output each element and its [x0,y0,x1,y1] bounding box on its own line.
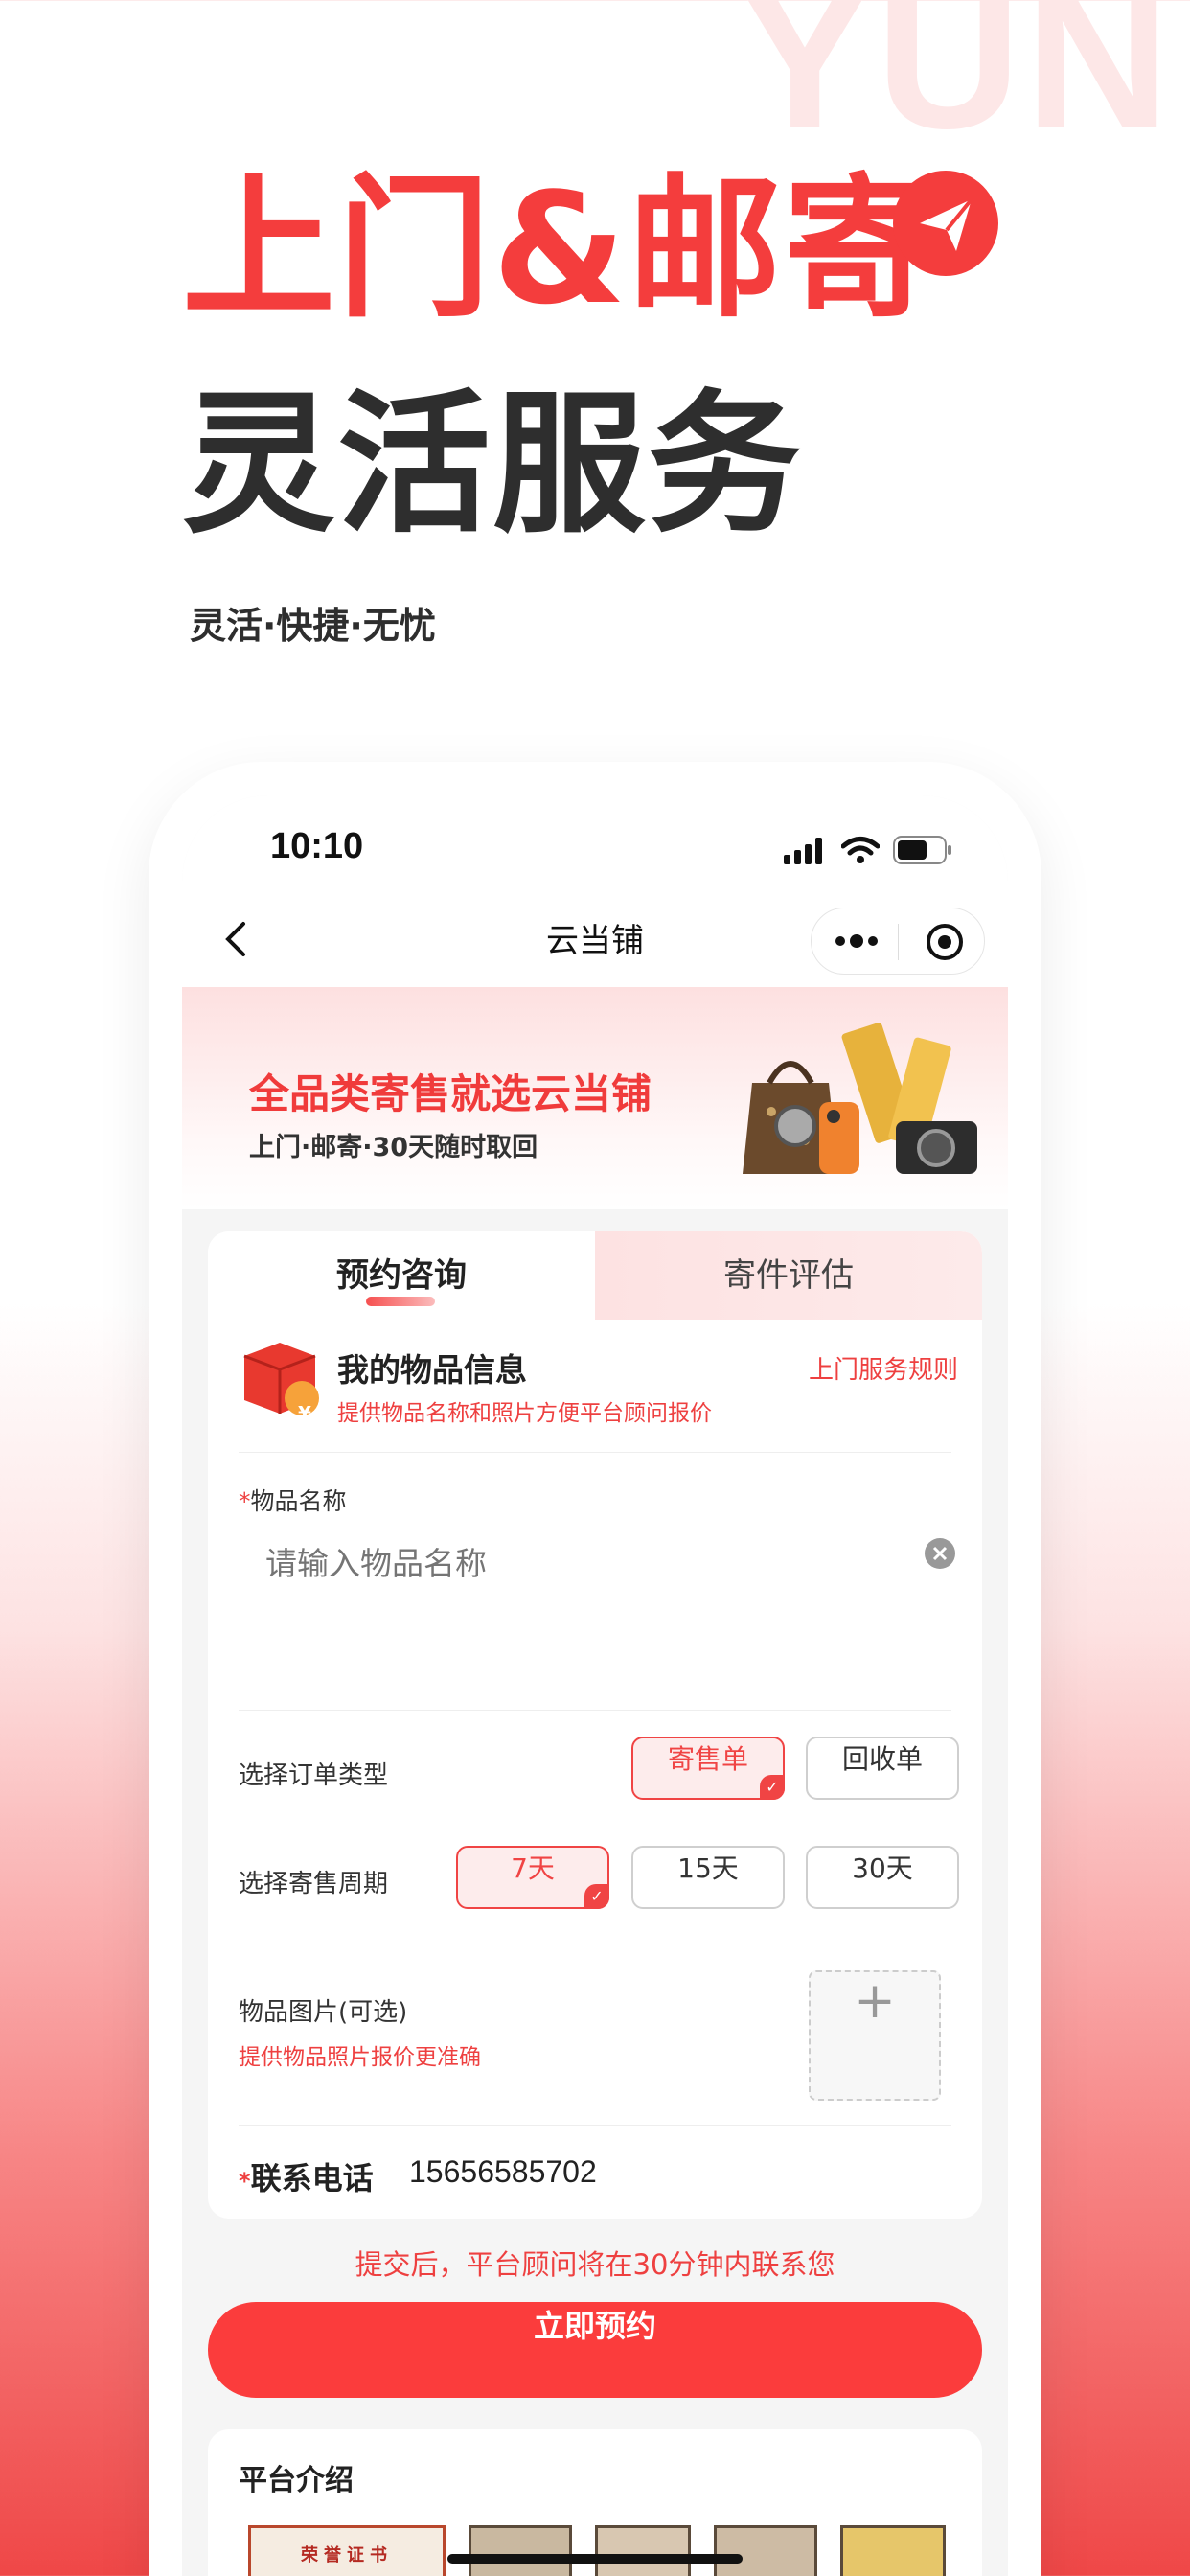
platform-intro-title: 平台介绍 [239,2464,354,2497]
order-type-recycle[interactable]: 回收单 [806,1736,959,1800]
order-type-consign[interactable]: 寄售单 ✓ [631,1736,785,1800]
mini-program-capsule [811,908,985,975]
status-time: 10:10 [270,826,364,866]
store-photo[interactable] [469,2525,572,2576]
more-dots-icon[interactable] [835,928,879,954]
required-mark: * [239,2168,251,2195]
item-info-title: 我的物品信息 [337,1351,527,1389]
chip-label: 回收单 [841,1743,923,1775]
period-7-days[interactable]: 7天 ✓ [456,1846,609,1909]
check-icon: ✓ [584,1884,609,1909]
period-label: 选择寄售周期 [239,1870,389,1898]
item-info-desc: 提供物品名称和照片方便平台顾问报价 [337,1401,712,1426]
promo-banner[interactable]: 全品类寄售就选云当铺 上门·邮寄·30天随时取回 [182,987,1008,1209]
phone-label: *联系电话 [239,2154,374,2198]
wifi-icon [841,837,880,863]
certificate-photo[interactable]: 荣誉证书 [248,2525,446,2576]
capsule-divider [898,924,899,960]
banner-subtitle: 上门·邮寄·30天随时取回 [249,1133,538,1162]
divider [239,1452,951,1453]
chip-label: 15天 [677,1852,739,1884]
plus-icon: + [854,1972,896,2030]
appointment-card: 预约咨询 寄件评估 ¥ 我的物品信息 提供物品名称和照片方便平台顾问报价 上门服… [208,1231,982,2219]
signal-icon [784,838,822,864]
yuan-symbol: ¥ [298,1402,311,1425]
hero-title-line1: 上门&邮寄 [182,159,939,338]
clear-input-icon[interactable] [923,1536,957,1571]
tab-consult[interactable]: 预约咨询 [208,1231,595,1320]
chip-label: 寄售单 [667,1743,748,1775]
chip-label: 30天 [852,1852,913,1884]
home-indicator[interactable] [447,2554,743,2564]
certificate-text: 荣誉证书 [301,2545,393,2565]
order-type-label: 选择订单类型 [239,1761,389,1790]
check-icon: ✓ [760,1775,785,1800]
item-name-input[interactable] [239,1534,890,1592]
service-rules-link[interactable]: 上门服务规则 [809,1350,958,1386]
tab-evaluate[interactable]: 寄件评估 [595,1231,982,1320]
phone-label-text: 联系电话 [250,2160,374,2196]
battery-icon [893,836,951,864]
hero-subtitle: 灵活·快捷·无忧 [190,605,436,647]
phone-screen: 10:10 云当铺 全品类寄售就选云当铺 上门·邮寄·30天随时取回 预约咨询 … [182,795,1008,2576]
active-tab-indicator [366,1297,435,1306]
photo-upload-button[interactable]: + [809,1970,941,2101]
photo-hint: 提供物品照片报价更准确 [239,2045,481,2070]
period-30-days[interactable]: 30天 [806,1846,959,1909]
item-name-label-text: 物品名称 [250,1487,347,1515]
watermark-text: YUN [738,0,1175,171]
target-circle-icon[interactable] [925,922,965,962]
paper-plane-icon [893,171,998,276]
chip-label: 7天 [511,1852,555,1884]
divider [239,2125,951,2126]
store-photo[interactable] [714,2525,817,2576]
phone-value[interactable]: 15656585702 [409,2154,597,2190]
luxury-goods-illustration [743,1023,977,1174]
store-photo[interactable] [840,2525,946,2576]
item-name-label: *物品名称 [239,1483,347,1517]
book-now-button[interactable]: 立即预约 [208,2302,982,2398]
period-15-days[interactable]: 15天 [631,1846,785,1909]
submit-note: 提交后，平台顾问将在30分钟内联系您 [355,2248,835,2281]
divider [239,1710,951,1711]
store-photo[interactable] [595,2525,691,2576]
required-mark: * [239,1487,251,1515]
banner-title: 全品类寄售就选云当铺 [249,1070,652,1117]
photo-label: 物品图片(可选) [239,1998,408,2027]
hero-title-line2: 灵活服务 [182,375,804,554]
